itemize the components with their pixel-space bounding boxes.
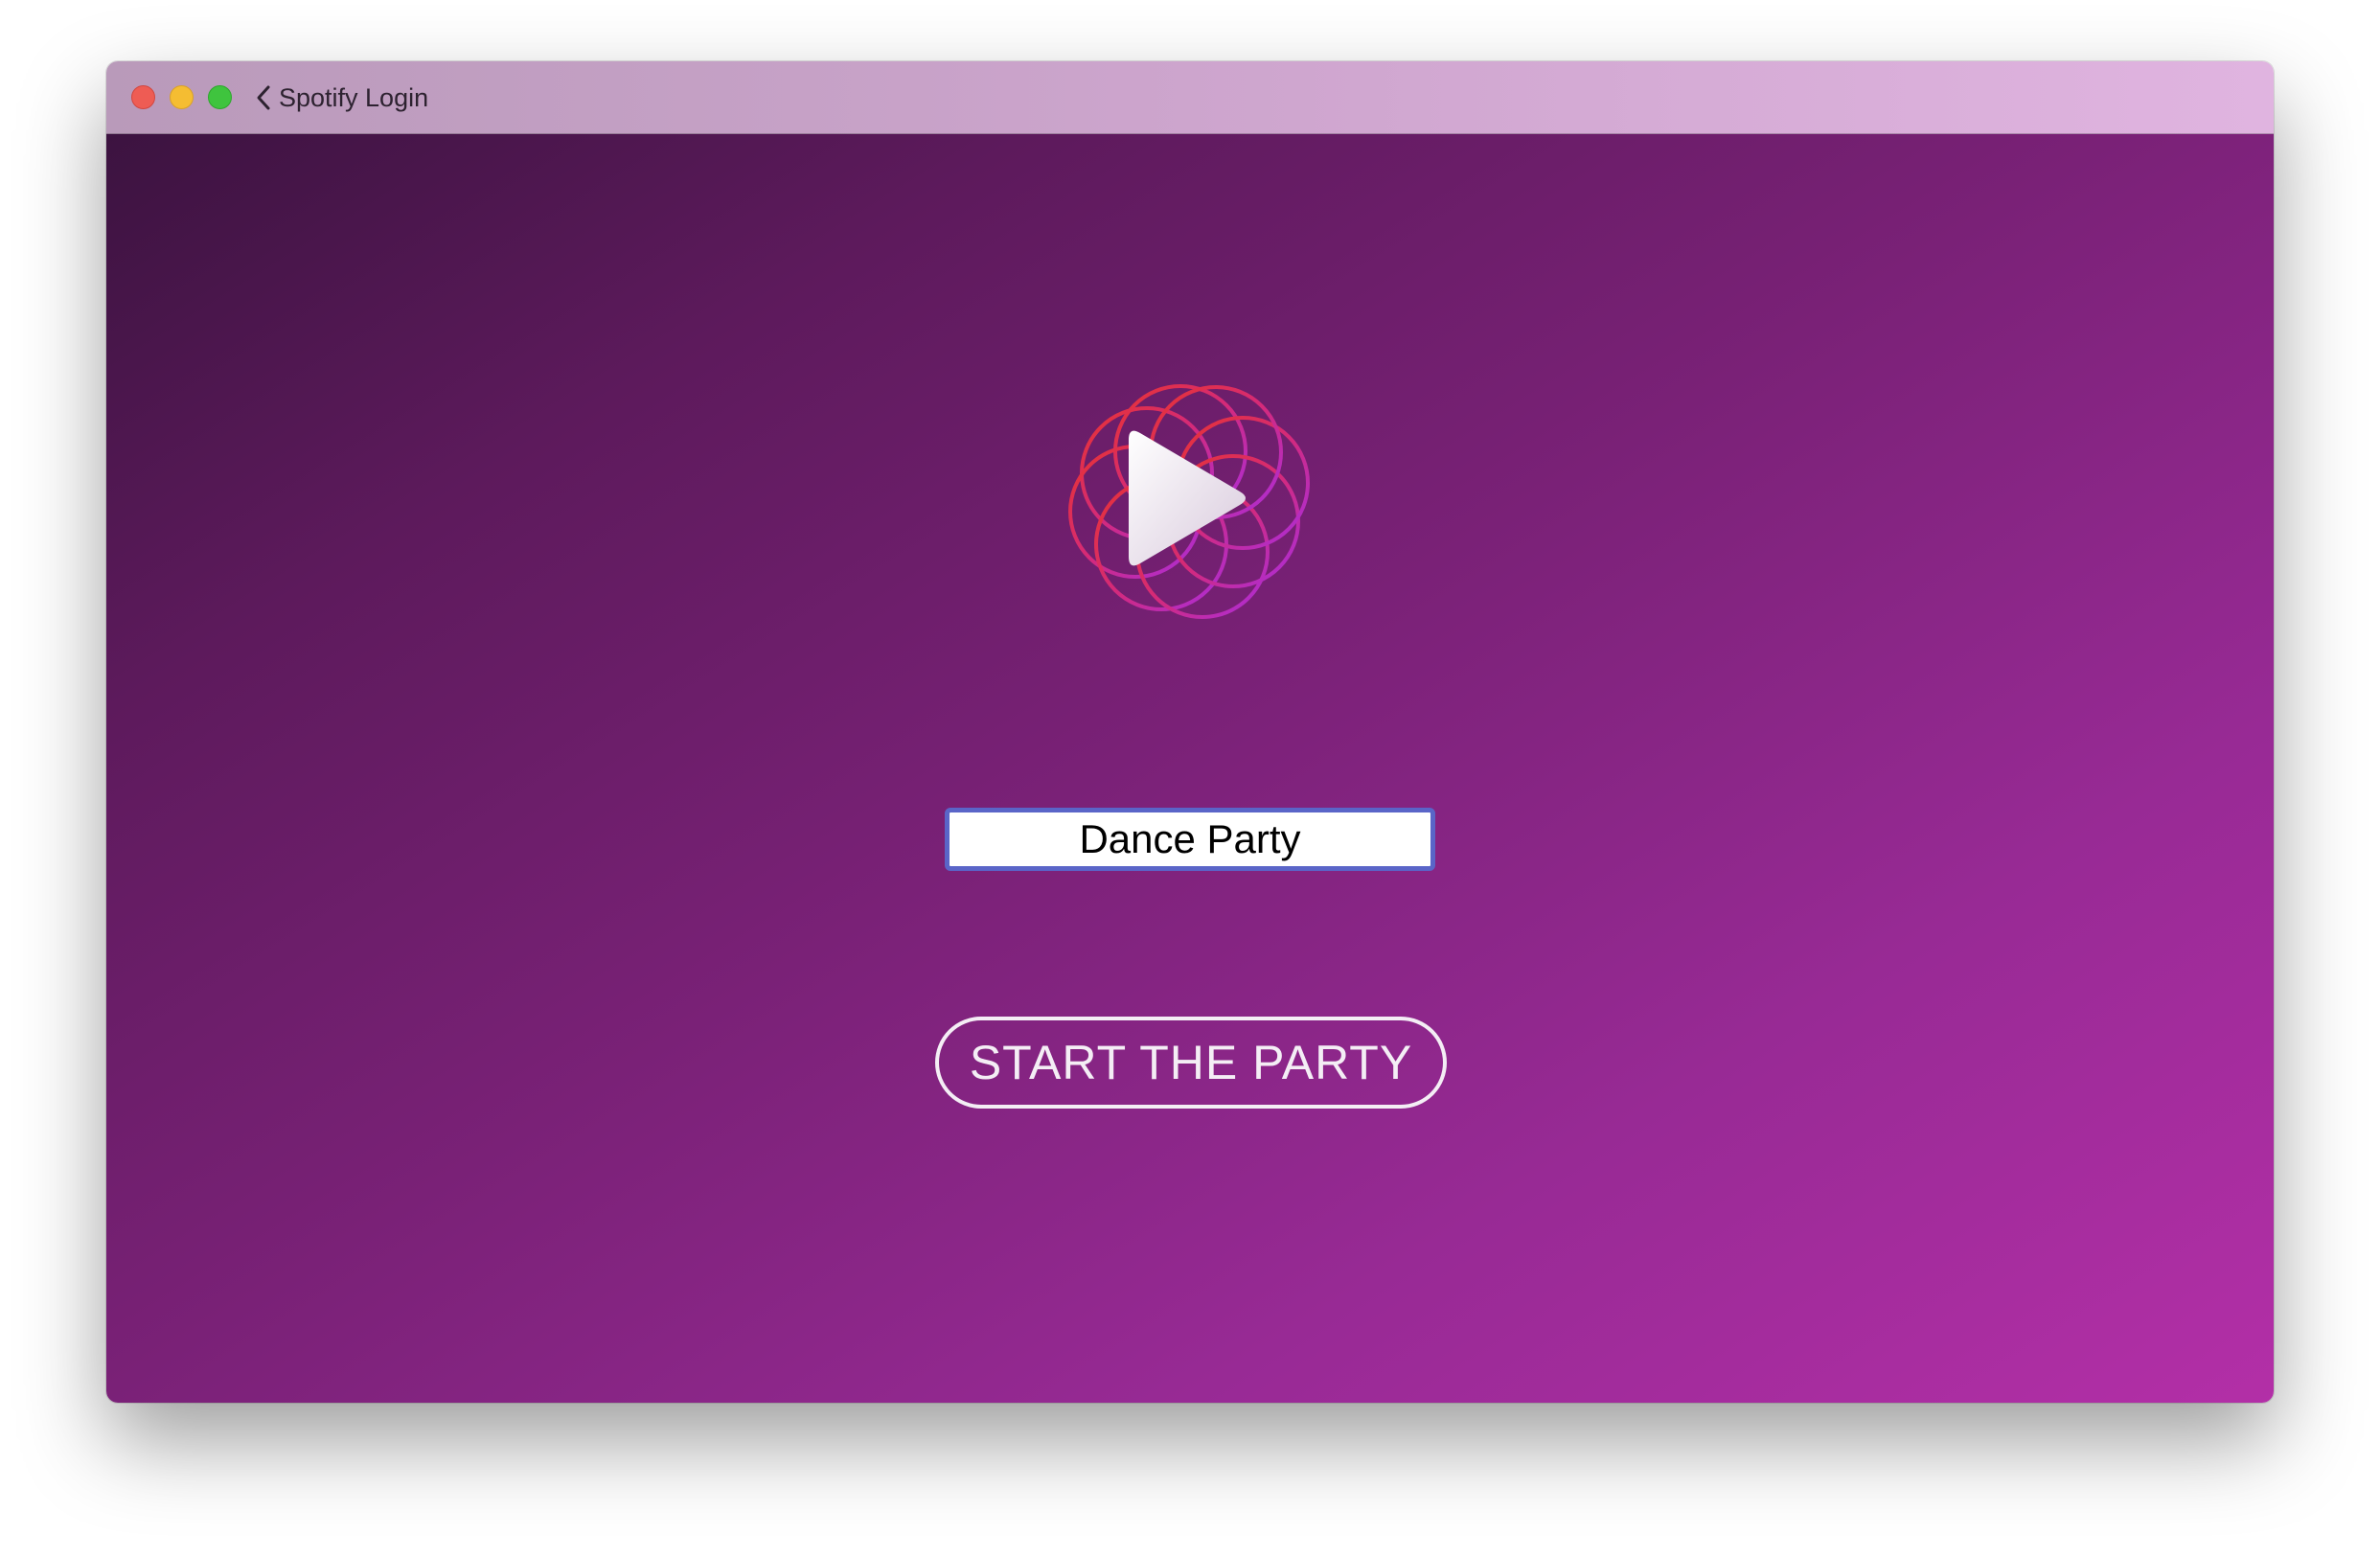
play-circles-logo-icon — [1068, 384, 1310, 619]
back-button[interactable]: Spotify Login — [256, 75, 428, 121]
chevron-left-icon — [256, 84, 271, 111]
app-window: Spotify Login Dance Party START THE PART… — [106, 61, 2274, 1403]
party-name-input[interactable] — [945, 808, 1435, 871]
minimize-window-button[interactable] — [170, 85, 194, 109]
window-title: Spotify Login — [279, 82, 429, 112]
start-party-button[interactable]: START THE PARTY — [935, 1017, 1447, 1109]
maximize-window-button[interactable] — [208, 85, 232, 109]
title-bar: Spotify Login — [106, 61, 2274, 134]
close-window-button[interactable] — [131, 85, 155, 109]
main-content: START THE PARTY — [106, 134, 2274, 1403]
